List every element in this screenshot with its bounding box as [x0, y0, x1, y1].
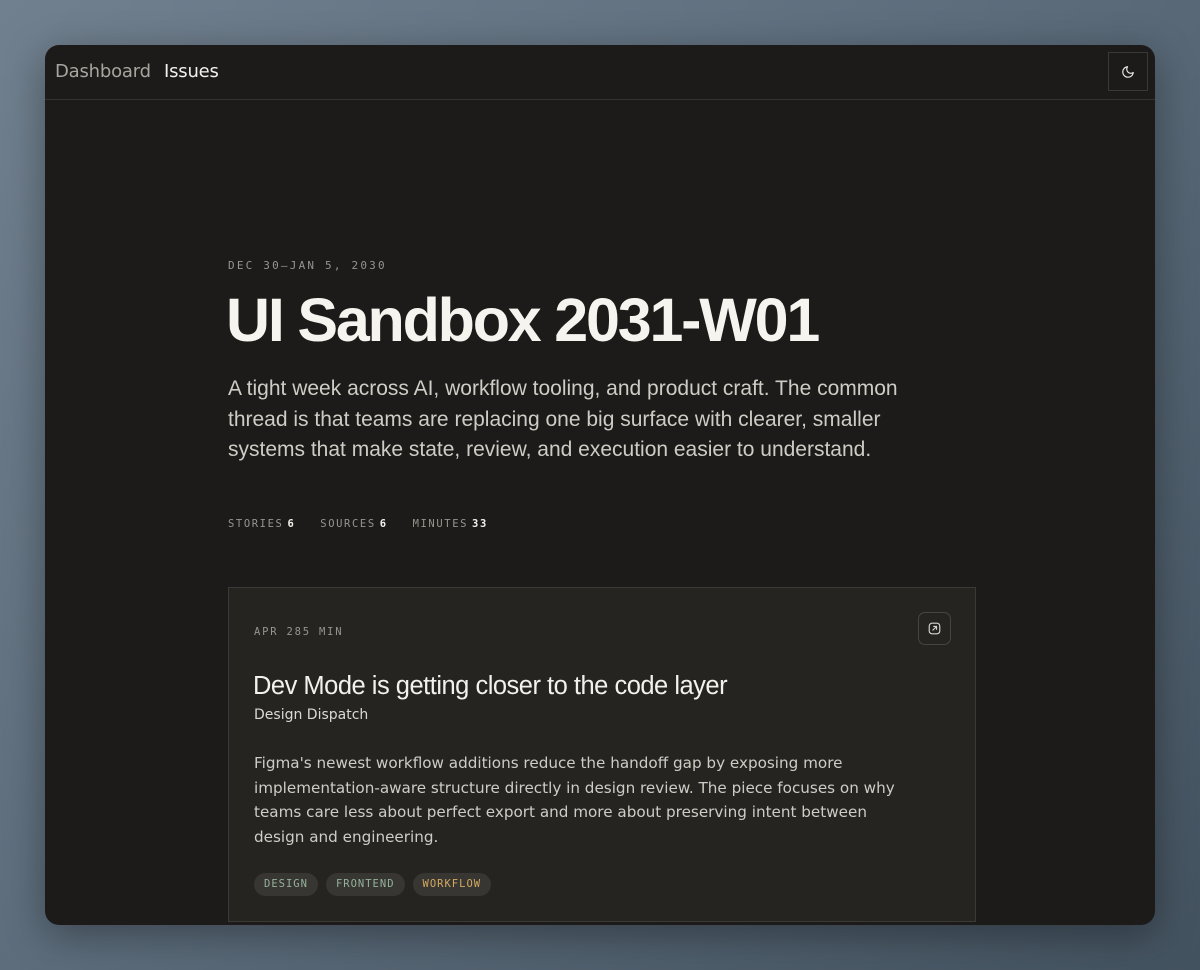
tag-design[interactable]: DESIGN: [254, 873, 318, 896]
top-nav: Dashboard Issues: [45, 45, 1155, 100]
tag-frontend[interactable]: FRONTEND: [325, 873, 405, 896]
story-card[interactable]: APR 285 MIN Dev Mode is getting closer t…: [228, 587, 976, 922]
story-tags: DESIGN FRONTEND WORKFLOW: [254, 873, 499, 896]
open-story-button[interactable]: [918, 612, 951, 645]
stat-stories: STORIES 6: [228, 518, 296, 530]
theme-toggle-button[interactable]: [1108, 52, 1148, 91]
story-source: Design Dispatch: [254, 707, 369, 723]
issue-date-range: DEC 30–JAN 5, 2030: [228, 259, 387, 272]
stat-sources: SOURCES 6: [320, 518, 388, 530]
nav-issues-link[interactable]: Issues: [164, 60, 219, 84]
story-excerpt: Figma's newest workflow additions reduce…: [254, 754, 895, 846]
external-link-icon: [928, 622, 941, 635]
moon-icon: [1122, 65, 1134, 78]
issue-stats: STORIES 6 SOURCES 6 MINUTES 33: [228, 518, 505, 530]
nav-dashboard-link[interactable]: Dashboard: [55, 60, 151, 84]
app-window: Dashboard Issues DEC 30–JAN 5, 2030 UI S…: [45, 45, 1155, 925]
stat-minutes: MINUTES 33: [412, 518, 488, 530]
story-title[interactable]: Dev Mode is getting closer to the code l…: [253, 670, 728, 702]
story-meta: APR 285 MIN: [254, 626, 344, 638]
tag-workflow[interactable]: WORKFLOW: [412, 873, 492, 896]
issue-summary: A tight week across AI, workflow tooling…: [228, 377, 898, 462]
page-title: UI Sandbox 2031-W01: [226, 286, 820, 354]
